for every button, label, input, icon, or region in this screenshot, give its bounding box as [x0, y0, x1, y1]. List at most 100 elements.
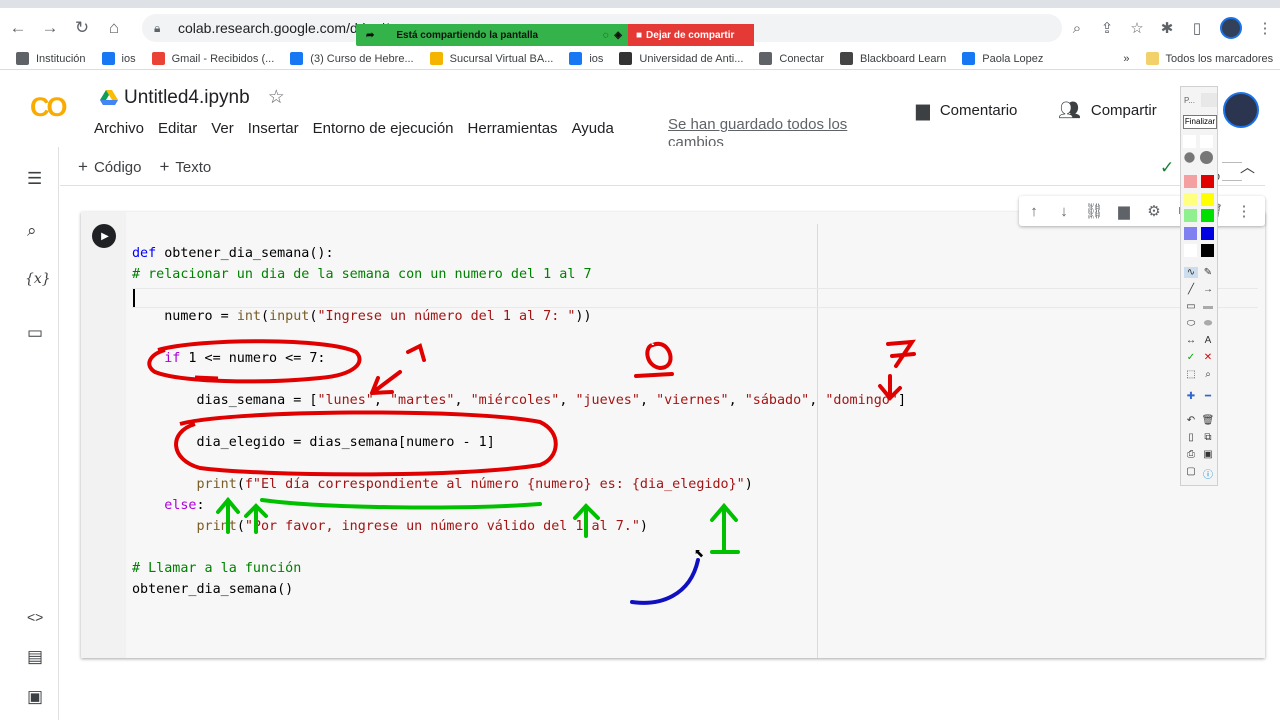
code-line[interactable]: # relacionar un dia de la semana con un … — [132, 267, 592, 287]
back-icon[interactable]: ← — [4, 14, 32, 42]
green-swatch[interactable] — [1201, 209, 1214, 222]
bookmark-item[interactable]: Conectar — [759, 52, 824, 65]
code-line[interactable]: print(f"El día correspondiente al número… — [132, 477, 753, 497]
code-line[interactable]: dia_elegido = dias_semana[numero - 1] — [132, 435, 494, 455]
table-of-contents-icon[interactable]: ☰ — [27, 169, 42, 189]
dot-small-swatch[interactable] — [1183, 135, 1196, 148]
ellipse-tool-icon[interactable]: ⬭ — [1184, 318, 1198, 329]
add-code-button[interactable]: + Código — [78, 157, 141, 177]
zoom-tool-icon[interactable]: ⌕ — [1201, 369, 1215, 380]
search-icon[interactable]: ⌕ — [27, 221, 37, 241]
code-snippets-icon[interactable]: <> — [27, 609, 43, 625]
cross-mark-icon[interactable]: ✕ — [1201, 352, 1215, 363]
files-icon[interactable]: ▭ — [27, 323, 43, 343]
code-line[interactable]: numero = int(input("Ingrese un número de… — [132, 309, 591, 329]
menu-item[interactable]: Ver — [211, 120, 234, 137]
bookmark-item[interactable]: Institución — [16, 52, 86, 65]
pink-swatch[interactable] — [1184, 175, 1197, 188]
menu-item[interactable]: Editar — [158, 120, 197, 137]
move-down-icon[interactable]: ↓ — [1049, 203, 1079, 220]
share-button[interactable]: 👥︎ Compartir — [1058, 100, 1157, 121]
screen-icon[interactable]: ▢ — [1184, 466, 1198, 477]
red-swatch[interactable] — [1201, 175, 1214, 188]
text-tool-icon[interactable]: A — [1201, 335, 1215, 346]
menu-item[interactable]: Archivo — [94, 120, 144, 137]
dot-large-swatch[interactable] — [1184, 152, 1195, 163]
code-line[interactable]: print("Por favor, ingrese un número váli… — [132, 519, 648, 539]
save-status[interactable]: Se han guardado todos los cambios — [668, 116, 868, 146]
code-line[interactable]: dias_semana = ["lunes", "martes", "miérc… — [132, 393, 906, 413]
comment-cell-icon[interactable]: ▆ — [1109, 202, 1139, 220]
black-swatch[interactable] — [1201, 244, 1214, 257]
star-icon[interactable]: ☆ — [268, 86, 285, 109]
bookmark-item[interactable]: Blackboard Learn — [840, 52, 946, 65]
more-options-icon[interactable]: ⋮ — [1229, 202, 1259, 220]
menu-item[interactable]: Entorno de ejecución — [313, 120, 454, 137]
forward-icon[interactable]: → — [36, 14, 64, 42]
bookmark-star-icon[interactable]: ☆ — [1122, 19, 1152, 37]
colab-logo[interactable]: CO — [30, 92, 67, 123]
yellow-swatch[interactable] — [1201, 193, 1214, 206]
drive-icon[interactable] — [100, 89, 118, 106]
share-page-icon[interactable]: ⇪ — [1092, 19, 1122, 37]
rectangle-tool-icon[interactable]: ▭ — [1184, 301, 1198, 312]
trash-icon[interactable]: 🗑︎ — [1201, 415, 1215, 426]
home-icon[interactable]: ⌂ — [100, 14, 128, 42]
print-icon[interactable]: ⎙ — [1184, 449, 1198, 460]
code-line[interactable]: # Llamar a la función — [132, 561, 301, 581]
line-tool-icon[interactable]: ╱ — [1184, 284, 1198, 295]
undo-icon[interactable]: ↶ — [1184, 415, 1198, 426]
bookmark-item[interactable]: Gmail - Recibidos (... — [151, 52, 274, 65]
dot-xlarge-swatch[interactable] — [1200, 151, 1213, 164]
all-bookmarks-folder[interactable]: Todos los marcadores — [1145, 52, 1273, 65]
bookmark-item[interactable]: ios — [569, 52, 603, 65]
arrow-tool-icon[interactable]: → — [1201, 284, 1215, 295]
extensions-icon[interactable]: ✱ — [1152, 19, 1182, 37]
bookmark-item[interactable]: ios — [101, 52, 136, 65]
menu-item[interactable]: Insertar — [248, 120, 299, 137]
code-line[interactable]: def obtener_dia_semana(): — [132, 246, 334, 266]
stop-sharing-button[interactable]: ■ Dejar de compartir — [628, 24, 754, 46]
run-cell-button[interactable]: ▶ — [92, 224, 116, 248]
freehand-pen-icon[interactable]: ∿ — [1184, 267, 1198, 278]
bookmarks-overflow-button[interactable]: » — [1123, 53, 1129, 65]
code-line[interactable]: if 1 <= numero <= 7: — [132, 351, 325, 371]
link-icon[interactable]: ⛓ — [1079, 202, 1109, 220]
info-icon[interactable]: ⓘ — [1201, 466, 1215, 481]
save-disk-icon[interactable]: ▣ — [1201, 449, 1215, 460]
copy-icon[interactable]: ⧉ — [1201, 432, 1215, 443]
code-line[interactable]: obtener_dia_semana() — [132, 582, 293, 602]
zoom-icon[interactable]: ⌕ — [1062, 20, 1092, 37]
finish-button[interactable]: Finalizar — [1183, 115, 1217, 129]
crop-icon[interactable]: ⬚ — [1184, 369, 1198, 380]
code-line[interactable]: else: — [132, 498, 204, 518]
account-avatar[interactable] — [1223, 92, 1259, 128]
collapse-chevron-icon[interactable]: ︿ — [1240, 156, 1255, 177]
filled-ellipse-icon[interactable]: ⬬ — [1201, 318, 1215, 329]
light-yellow-swatch[interactable] — [1184, 193, 1197, 206]
light-green-swatch[interactable] — [1184, 209, 1197, 222]
move-up-icon[interactable]: ↑ — [1019, 203, 1049, 220]
side-panel-icon[interactable]: ▯ — [1182, 19, 1212, 37]
notebook-title[interactable]: Untitled4.ipynb — [124, 87, 250, 109]
double-arrow-icon[interactable]: ↔ — [1184, 335, 1198, 346]
zoom-in-icon[interactable]: ✚ — [1184, 391, 1198, 402]
profile-avatar[interactable] — [1220, 17, 1242, 39]
highlighter-icon[interactable]: ✎ — [1201, 267, 1215, 278]
settings-gear-icon[interactable]: ⚙ — [1139, 202, 1169, 220]
variables-icon[interactable]: {x} — [25, 271, 51, 287]
more-menu-icon[interactable]: ⋮ — [1250, 19, 1280, 37]
white-swatch[interactable] — [1184, 244, 1197, 257]
zoom-out-icon[interactable]: ━ — [1201, 391, 1215, 402]
menu-item[interactable]: Ayuda — [572, 120, 614, 137]
bookmark-item[interactable]: Sucursal Virtual BA... — [429, 52, 553, 65]
bookmark-item[interactable]: Paola Lopez — [962, 52, 1043, 65]
menu-item[interactable]: Herramientas — [468, 120, 558, 137]
comment-button[interactable]: ▆ Comentario — [916, 100, 1017, 121]
reload-icon[interactable]: ↻ — [68, 14, 96, 42]
bookmark-item[interactable]: (3) Curso de Hebre... — [290, 52, 414, 65]
add-text-button[interactable]: + Texto — [159, 157, 211, 177]
blue-swatch[interactable] — [1201, 227, 1214, 240]
command-palette-icon[interactable]: ▤ — [27, 647, 43, 667]
dot-medium-swatch[interactable] — [1200, 135, 1213, 148]
